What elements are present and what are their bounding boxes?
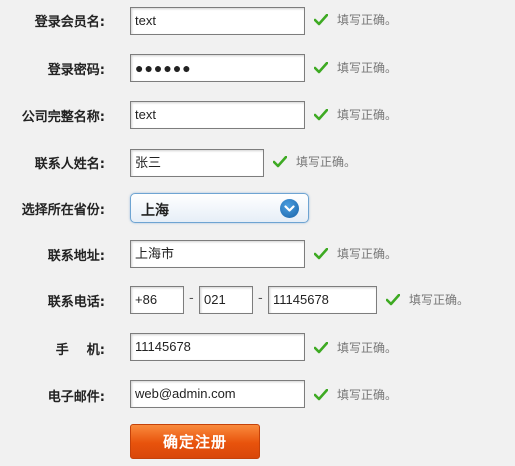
mobile-valid-hint: 填写正确。 [314, 339, 397, 356]
password-input[interactable]: ●●●●●● [130, 54, 305, 82]
email-input[interactable]: web@admin.com [130, 380, 305, 408]
phone-separator: - [258, 291, 263, 306]
username-label: 登录会员名: [34, 15, 105, 30]
check-icon [314, 247, 328, 259]
valid-text: 填写正确。 [337, 247, 398, 261]
valid-text: 填写正确。 [337, 341, 398, 355]
valid-text: 填写正确。 [296, 155, 357, 169]
valid-text: 填写正确。 [337, 108, 398, 122]
email-label: 电子邮件: [47, 390, 105, 405]
contact-name-input[interactable]: 张三 [130, 149, 264, 177]
address-valid-hint: 填写正确。 [314, 245, 397, 262]
mobile-label: 手 机: [55, 343, 105, 358]
username-valid-hint: 填写正确。 [314, 11, 397, 28]
contact-valid-hint: 填写正确。 [273, 153, 356, 170]
valid-text: 填写正确。 [337, 61, 398, 75]
check-icon [273, 155, 287, 167]
province-label: 选择所在省份: [21, 203, 105, 218]
company-label: 公司完整名称: [21, 110, 105, 125]
valid-text: 填写正确。 [409, 293, 470, 307]
mobile-input[interactable]: 11145678 [130, 333, 305, 361]
check-icon [314, 108, 328, 120]
password-label: 登录密码: [47, 63, 105, 78]
register-submit-button[interactable]: 确定注册 [130, 424, 260, 459]
phone-number-input[interactable]: 11145678 [268, 286, 377, 314]
phone-country-code-input[interactable]: +86 [130, 286, 184, 314]
phone-separator: - [189, 291, 194, 306]
phone-valid-hint: 填写正确。 [386, 291, 469, 308]
company-input[interactable]: text [130, 101, 305, 129]
phone-label: 联系电话: [47, 295, 105, 310]
address-label: 联系地址: [47, 249, 105, 264]
chevron-down-icon[interactable] [280, 199, 299, 218]
phone-area-code-input[interactable]: 021 [199, 286, 253, 314]
province-select[interactable]: 上海 [130, 193, 309, 223]
check-icon [314, 61, 328, 73]
company-valid-hint: 填写正确。 [314, 106, 397, 123]
contact-label: 联系人姓名: [34, 157, 105, 172]
valid-text: 填写正确。 [337, 13, 398, 27]
username-input[interactable]: text [130, 7, 305, 35]
password-valid-hint: 填写正确。 [314, 59, 397, 76]
province-selected-value: 上海 [141, 203, 169, 219]
valid-text: 填写正确。 [337, 388, 398, 402]
email-valid-hint: 填写正确。 [314, 386, 397, 403]
check-icon [314, 341, 328, 353]
check-icon [314, 13, 328, 25]
check-icon [386, 293, 400, 305]
address-input[interactable]: 上海市 [130, 240, 305, 268]
check-icon [314, 388, 328, 400]
